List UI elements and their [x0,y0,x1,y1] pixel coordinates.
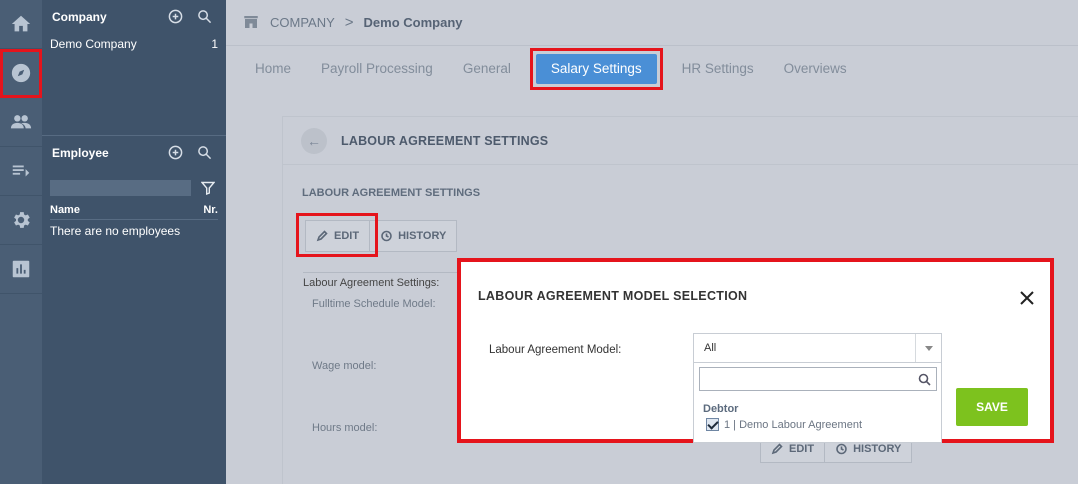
column-nr[interactable]: Nr. [203,204,218,219]
option-checkbox[interactable] [706,418,719,431]
tab-overviews[interactable]: Overviews [769,54,862,84]
section-subtitle: LABOUR AGREEMENT SETTINGS [302,187,481,199]
add-employee-icon[interactable] [168,145,183,160]
field-hours-model: Hours model: [312,422,378,434]
card-title: LABOUR AGREEMENT SETTINGS [341,133,549,148]
search-company-icon[interactable] [197,9,212,24]
rail-reports[interactable] [0,245,42,294]
column-name[interactable]: Name [50,204,80,219]
tab-payroll-processing[interactable]: Payroll Processing [306,54,448,84]
employee-column-headers: Name Nr. [50,204,218,220]
breadcrumb: COMPANY > Demo Company [242,12,463,32]
gear-icon [14,212,30,228]
model-select[interactable]: All [693,333,942,363]
search-employee-icon[interactable] [197,145,212,160]
employee-empty-text: There are no employees [50,224,218,238]
empty-message: There are no employees [50,224,181,238]
secondary-history-label: HISTORY [853,443,902,455]
chart-icon [12,260,30,278]
rail-people[interactable] [0,98,42,147]
edit-highlight [296,213,378,257]
home-icon [11,15,31,32]
secondary-edit-label: EDIT [789,443,815,455]
breadcrumb-root[interactable]: COMPANY [270,15,335,30]
compass-icon [11,63,31,83]
tab-hr-settings[interactable]: HR Settings [667,54,769,84]
company-name: Demo Company [50,37,137,51]
save-button[interactable]: SAVE [956,388,1028,426]
store-icon [244,16,258,28]
chevron-down-icon[interactable] [915,334,941,362]
option-label: 1 | Demo Labour Agreement [724,418,862,431]
arrow-left-icon: ← [307,132,321,149]
company-row[interactable]: Demo Company 1 [50,37,218,51]
side-panels: Company Demo Company 1 Employee Name Nr.… [42,0,226,484]
tab-salary-settings[interactable]: Salary Settings [535,54,657,84]
dropdown-group-label: Debtor [703,403,739,415]
modal-title: LABOUR AGREEMENT MODEL SELECTION [478,289,748,303]
breadcrumb-separator: > [344,13,354,31]
model-dropdown: Debtor 1 | Demo Labour Agreement [693,363,942,443]
pencil-icon [771,443,783,455]
search-icon [918,373,931,386]
model-field-label: Labour Agreement Model: [489,344,622,356]
icon-rail [0,0,42,484]
tab-bar: Home Payroll Processing General Salary S… [240,48,862,90]
add-company-icon[interactable] [168,9,183,24]
rail-list[interactable] [0,147,42,196]
rail-home[interactable] [0,0,42,49]
dropdown-search-input[interactable] [699,367,937,391]
tab-home[interactable]: Home [240,54,306,84]
company-panel-title: Company [52,10,107,24]
company-panel-header: Company [42,0,226,34]
close-icon [1020,291,1034,305]
model-select-value: All [704,342,717,354]
dropdown-option[interactable]: 1 | Demo Labour Agreement [706,418,862,431]
employee-panel-title: Employee [52,146,109,160]
filter-icon[interactable] [200,181,216,196]
history-label: HISTORY [398,230,447,242]
employee-filter-input[interactable] [50,180,191,196]
tab-general[interactable]: General [448,54,526,84]
field-fulltime-schedule-model: Fulltime Schedule Model: [312,298,436,310]
list-icon [12,165,30,177]
history-icon [836,443,847,455]
rail-settings[interactable] [0,196,42,245]
card-header: ← LABOUR AGREEMENT SETTINGS [283,117,1078,165]
history-button[interactable]: HISTORY [369,221,456,251]
employee-panel-header: Employee [42,136,226,170]
breadcrumb-current: Demo Company [363,14,463,30]
header-divider [226,45,1078,46]
history-icon [381,230,392,242]
company-count: 1 [211,37,218,51]
close-button[interactable] [1018,289,1036,307]
back-button[interactable]: ← [301,127,327,154]
company-panel: Company Demo Company 1 [42,0,226,135]
people-icon [10,115,32,129]
rail-explore[interactable] [0,49,42,98]
field-wage-model: Wage model: [312,360,377,372]
tab-highlight: Salary Settings [529,48,663,90]
model-selection-modal: LABOUR AGREEMENT MODEL SELECTION Labour … [457,258,1054,443]
